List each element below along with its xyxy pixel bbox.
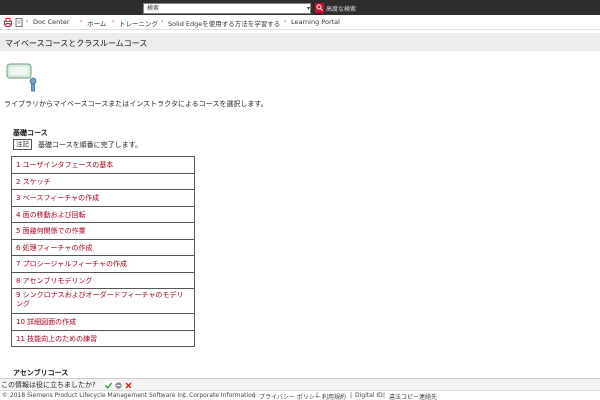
breadcrumb-learning-portal[interactable]: Learning Portal bbox=[291, 18, 340, 26]
breadcrumb-separator: › bbox=[80, 18, 83, 25]
intro-text: ライブラリからマイベースコースまたはインストラクタによるコースを選択します。 bbox=[4, 100, 268, 108]
course-link-4[interactable]: 4 面の移動および回転 bbox=[11, 205, 195, 223]
top-search-bar: 検索 ▾ 高度な検索 bbox=[0, 0, 600, 15]
table-row: 1 ユーザインタフェースの基本 bbox=[11, 156, 195, 174]
course-link-5[interactable]: 5 面幾何関係での作業 bbox=[11, 222, 195, 240]
feedback-neutral-button[interactable] bbox=[114, 381, 122, 389]
search-input[interactable]: 検索 bbox=[143, 3, 311, 14]
breadcrumb: › Doc Center › ホーム › トレーニング › Solid Edge… bbox=[0, 15, 600, 30]
close-icon bbox=[125, 382, 132, 389]
footer-separator: | bbox=[253, 392, 256, 399]
search-button[interactable] bbox=[315, 3, 324, 13]
course-link-1[interactable]: 1 ユーザインタフェースの基本 bbox=[11, 156, 195, 174]
assembly-course-heading: アセンブリコース bbox=[13, 369, 69, 377]
course-link-10[interactable]: 10 詳細図面の作成 bbox=[11, 313, 195, 331]
table-row: 7 プロシージャルフィーチャの作成 bbox=[11, 255, 195, 273]
footer-link-privacy[interactable]: プライバシー ポリシー bbox=[259, 392, 321, 400]
breadcrumb-separator: › bbox=[112, 18, 115, 25]
advanced-search-link[interactable]: 高度な検索 bbox=[326, 4, 356, 13]
table-row: 5 面幾何関係での作業 bbox=[11, 222, 195, 240]
course-link-7[interactable]: 7 プロシージャルフィーチャの作成 bbox=[11, 255, 195, 273]
course-link-3[interactable]: 3 ベースフィーチャの作成 bbox=[11, 189, 195, 207]
breadcrumb-separator: › bbox=[284, 18, 287, 25]
course-info-icon bbox=[6, 63, 37, 92]
note-badge: 注記 bbox=[13, 139, 32, 150]
feedback-question: この情報は役に立ちましたか? bbox=[1, 381, 96, 389]
copyright-text: © 2018 Siemens Product Lifecycle Managem… bbox=[2, 392, 189, 399]
search-icon bbox=[316, 4, 323, 11]
search-scope-dropdown-icon[interactable]: ▾ bbox=[307, 5, 310, 12]
table-row: 8 アセンブリモデリング bbox=[11, 271, 195, 289]
course-link-11[interactable]: 11 技能向上のための練習 bbox=[11, 329, 195, 347]
course-link-9[interactable]: 9 シンクロナスおよびオーダードフィーチャのモデリング bbox=[11, 288, 195, 314]
table-row: 10 詳細図面の作成 bbox=[11, 313, 195, 331]
basic-course-heading: 基礎コース bbox=[13, 129, 48, 137]
course-table: 1 ユーザインタフェースの基本 2 スケッチ 3 ベースフィーチャの作成 4 面… bbox=[11, 156, 195, 347]
breadcrumb-separator: › bbox=[161, 18, 164, 25]
print-icon[interactable] bbox=[4, 18, 12, 27]
footer-link-digital-id[interactable]: Digital ID bbox=[355, 392, 383, 399]
footer-link-terms[interactable]: 利用規約 bbox=[322, 392, 346, 400]
table-row: 4 面の移動および回転 bbox=[11, 205, 195, 223]
table-row: 9 シンクロナスおよびオーダードフィーチャのモデリング bbox=[11, 288, 195, 314]
table-row: 2 スケッチ bbox=[11, 172, 195, 190]
feedback-bar: この情報は役に立ちましたか? bbox=[0, 378, 600, 390]
footer-separator: | bbox=[316, 392, 319, 399]
feedback-no-button[interactable] bbox=[124, 381, 132, 389]
footer-separator: | bbox=[183, 392, 186, 399]
title-band: マイベースコースとクラスルームコース bbox=[0, 33, 600, 51]
course-link-2[interactable]: 2 スケッチ bbox=[11, 172, 195, 190]
table-row: 11 技能向上のための練習 bbox=[11, 329, 195, 347]
course-link-6[interactable]: 6 処理フィーチャの作成 bbox=[11, 238, 195, 256]
breadcrumb-learn-solid-edge[interactable]: Solid Edgeを使用する方法を学習する bbox=[168, 18, 280, 28]
breadcrumb-separator: › bbox=[26, 18, 29, 25]
course-link-8[interactable]: 8 アセンブリモデリング bbox=[11, 271, 195, 289]
minus-icon bbox=[115, 382, 122, 389]
feedback-yes-button[interactable] bbox=[104, 381, 112, 389]
footer-separator: | bbox=[383, 392, 386, 399]
footer: © 2018 Siemens Product Lifecycle Managem… bbox=[0, 390, 600, 400]
note-text: 基礎コースを順番に完了します。 bbox=[38, 141, 142, 149]
footer-link-piracy[interactable]: 違法コピー連絡先 bbox=[389, 392, 437, 400]
footer-link-corporate[interactable]: Corporate Information bbox=[189, 392, 256, 399]
breadcrumb-home[interactable]: ホーム bbox=[87, 18, 106, 28]
page-title: マイベースコースとクラスルームコース bbox=[5, 39, 148, 48]
breadcrumb-doc-center[interactable]: Doc Center bbox=[33, 18, 70, 26]
book-icon[interactable] bbox=[15, 18, 23, 27]
table-row: 3 ベースフィーチャの作成 bbox=[11, 189, 195, 207]
check-icon bbox=[105, 382, 112, 389]
footer-separator: | bbox=[350, 392, 353, 399]
breadcrumb-training[interactable]: トレーニング bbox=[119, 18, 158, 28]
table-row: 6 処理フィーチャの作成 bbox=[11, 238, 195, 256]
